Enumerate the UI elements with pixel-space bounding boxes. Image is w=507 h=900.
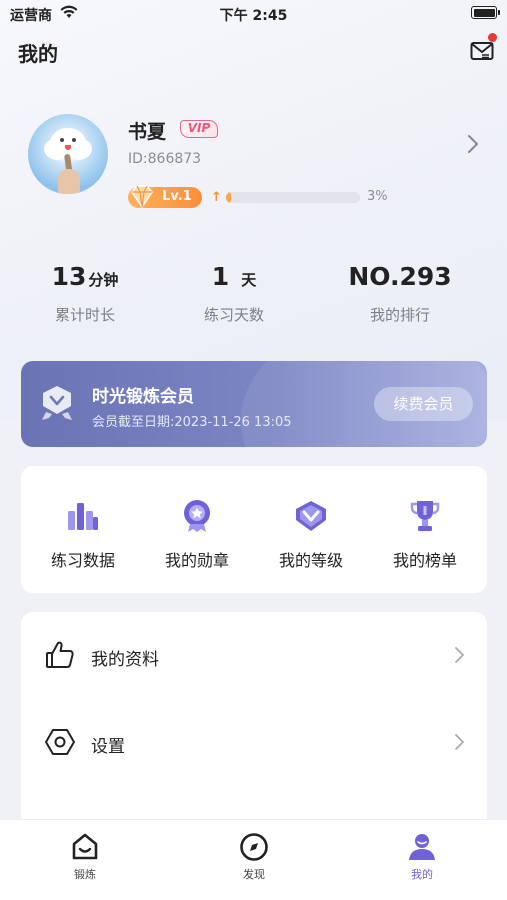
quick-action-level[interactable]: 我的等级 — [254, 498, 368, 571]
medal-icon — [179, 498, 215, 534]
membership-expiry: 会员截至日期:2023-11-26 13:05 — [92, 415, 292, 430]
list-item-my-profile[interactable]: 我的资料 — [21, 612, 487, 698]
header-background — [0, 0, 507, 420]
level-label: Lv.1 — [162, 189, 192, 204]
stat-label: 我的排行 — [369, 306, 430, 324]
list-item-label: 我的资料 — [91, 650, 159, 670]
home-smile-icon — [70, 832, 100, 862]
chevron-right-icon[interactable] — [466, 134, 480, 158]
stat-ranking: NO.293 — [320, 262, 480, 291]
username: 书夏 — [128, 121, 167, 143]
compass-icon — [239, 832, 269, 862]
quick-action-medals[interactable]: 我的勋章 — [140, 498, 254, 571]
membership-shield-icon — [40, 384, 74, 426]
status-time: 下午 2:45 — [219, 8, 288, 24]
user-id: ID:866873 — [128, 151, 202, 167]
tab-discover[interactable]: 发现 — [209, 832, 299, 882]
quick-action-leaderboard[interactable]: 我的榜单 — [368, 498, 482, 571]
stat-value: NO.293 — [348, 262, 452, 291]
stat-label: 累计时长 — [54, 306, 115, 324]
hexagon-nut-icon — [45, 727, 75, 757]
user-icon — [407, 832, 437, 862]
quick-action-label: 我的榜单 — [392, 551, 457, 570]
avatar[interactable] — [28, 114, 108, 194]
stat-label: 练习天数 — [203, 306, 264, 324]
renew-membership-button[interactable]: 续费会员 — [374, 387, 473, 421]
chevron-right-icon — [453, 646, 465, 668]
level-progress-text: 3% — [367, 189, 388, 204]
tab-label: 发现 — [243, 868, 265, 881]
bar-chart-icon — [65, 498, 101, 534]
arrow-up-icon: ↑ — [211, 190, 222, 205]
notification-dot — [488, 33, 497, 42]
page-title: 我的 — [18, 42, 58, 66]
quick-action-practice-data[interactable]: 练习数据 — [26, 498, 140, 571]
list-item-label: 设置 — [91, 737, 125, 757]
stat-total-time: 13 分钟 — [5, 262, 165, 291]
tab-label: 我的 — [411, 868, 433, 881]
stat-practice-days: 1天 — [154, 262, 314, 291]
quick-action-label: 练习数据 — [50, 551, 115, 570]
tab-label: 锻炼 — [74, 868, 96, 881]
quick-action-label: 我的等级 — [278, 551, 343, 570]
diamond-icon — [293, 498, 329, 534]
stat-unit: 分钟 — [88, 271, 119, 289]
mail-icon[interactable] — [470, 40, 494, 62]
list-item-settings[interactable]: 设置 — [21, 699, 487, 785]
stat-value: 1 — [211, 262, 230, 291]
chevron-right-icon — [453, 733, 465, 755]
status-bar: 运营商 下午 2:45 — [0, 0, 507, 28]
membership-title: 时光锻炼会员 — [92, 387, 194, 407]
tab-mine[interactable]: 我的 — [377, 832, 467, 882]
vip-badge: VIP — [180, 120, 218, 138]
quick-action-label: 我的勋章 — [164, 551, 229, 570]
level-progress-fill — [226, 192, 232, 203]
thumbs-up-icon — [45, 640, 75, 670]
stat-value: 13 — [51, 262, 87, 291]
trophy-icon — [407, 498, 443, 534]
tab-exercise[interactable]: 锻炼 — [40, 832, 130, 882]
stat-unit: 天 — [241, 271, 257, 289]
level-gem-icon — [128, 182, 156, 214]
level-progress-bar — [226, 192, 360, 203]
battery-icon — [471, 6, 500, 19]
